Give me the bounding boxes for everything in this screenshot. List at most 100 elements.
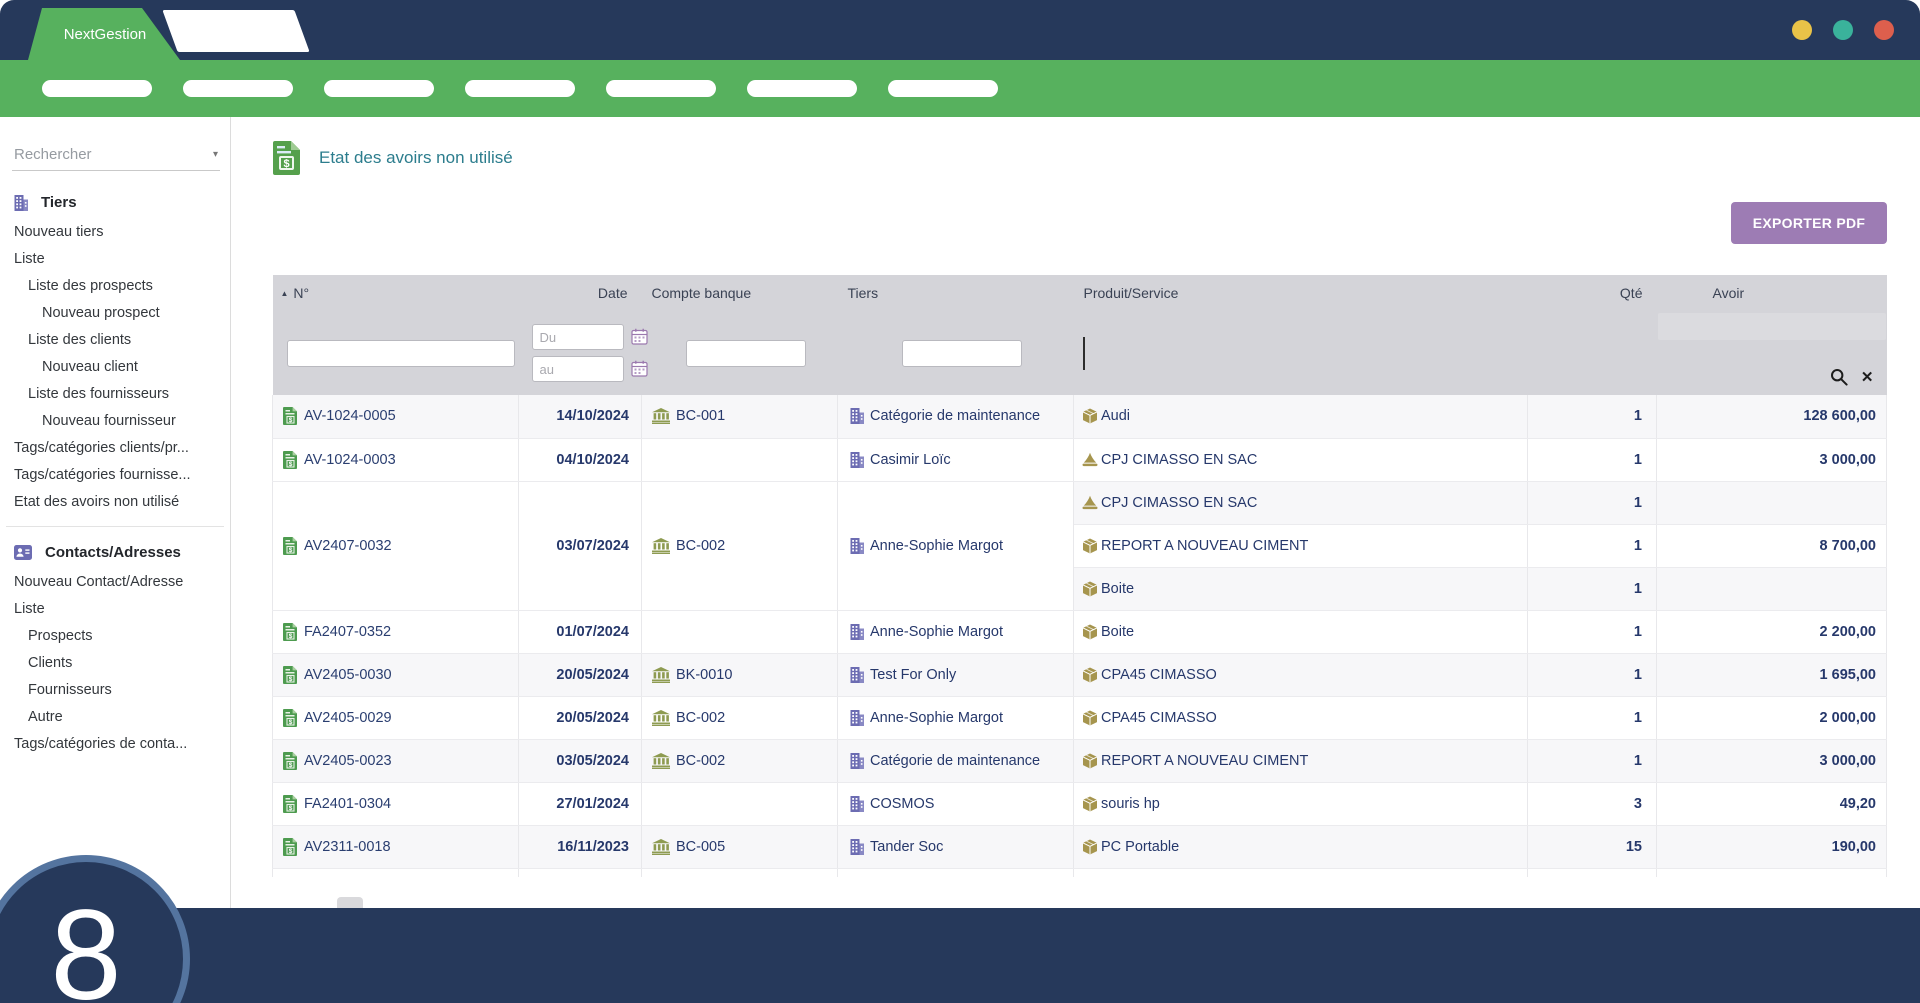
sidebar-item[interactable]: Clients [0,650,230,677]
sidebar-nav: TiersNouveau tiersListeListe des prospec… [0,185,230,758]
table-row[interactable]: $AV-1024-000514/10/2024BC-001Catégorie d… [273,395,1887,438]
table-row[interactable]: $AV2407-003203/07/2024BC-002Anne-Sophie … [273,481,1887,524]
sidebar-item[interactable]: Nouveau fournisseur [0,408,230,435]
sidebar-item[interactable]: Tags/catégories clients/pr... [0,435,230,462]
export-pdf-button[interactable]: EXPORTER PDF [1731,202,1887,244]
column-header-date[interactable]: Date [519,275,642,311]
sidebar-item[interactable]: Nouveau client [0,354,230,381]
sidebar-item[interactable]: Autre [0,704,230,731]
sidebar-section-title[interactable]: Contacts/Adresses [0,535,230,569]
tiers-cell: COSMOS [838,782,1074,825]
tiers-name: Tander Soc [870,839,943,855]
doc-number: AV2405-0029 [304,710,392,726]
calendar-icon[interactable] [631,328,648,346]
filter-number-input[interactable] [287,340,515,367]
column-header-tiers[interactable]: Tiers [838,275,1074,311]
doc-number-cell[interactable]: $AV-1024-0003 [273,438,519,481]
clear-filter-icon[interactable]: ✕ [1861,370,1874,385]
qty-cell: 1 [1528,653,1657,696]
date-cell: 03/05/2024 [519,739,642,782]
tiers-name: Catégorie de maintenance [870,753,1040,769]
sidebar-item[interactable]: Liste des prospects [0,273,230,300]
product-name: Boite [1101,581,1134,597]
window-control-dot[interactable] [1874,20,1894,40]
amount-cell [1657,481,1887,524]
window-control-dot[interactable] [1792,20,1812,40]
product-name: Audi [1101,408,1130,424]
table-row[interactable]: $FA2407-035201/07/2024Anne-Sophie Margot… [273,610,1887,653]
bank-account-cell: BK-0010 [642,653,838,696]
sidebar-item[interactable]: Fournisseurs [0,677,230,704]
date-cell: 14/10/2024 [519,395,642,438]
product-cell: REPORT A NOUVEAU CIMENT [1074,524,1528,567]
table-row[interactable]: $AV2311-001816/11/2023BC-005Tander SocPC… [273,825,1887,868]
doc-number-cell[interactable]: $AV2311-0018 [273,825,519,868]
tiers-cell: Test For Only [838,653,1074,696]
invoice-icon: $ [283,407,298,425]
bank-code: BC-002 [676,753,725,769]
doc-number-cell[interactable]: $FA2407-0352 [273,610,519,653]
filter-bank-input[interactable] [686,340,806,367]
doc-number-cell[interactable]: $AV2405-0023 [273,739,519,782]
doc-number-cell[interactable]: $AV2405-0029 [273,696,519,739]
sidebar-item[interactable]: Tags/catégories de conta... [0,731,230,758]
sidebar-item[interactable]: Nouveau tiers [0,219,230,246]
qty-cell: 1 [1528,524,1657,567]
qty-cell: 1 [1528,395,1657,438]
filter-tiers-input[interactable] [902,340,1022,367]
sidebar-divider [6,526,224,527]
window-control-dot[interactable] [1833,20,1853,40]
amount-cell: 49,20 [1657,782,1887,825]
column-header-product[interactable]: Produit/Service [1074,275,1528,311]
product-name: REPORT A NOUVEAU CIMENT [1101,753,1308,769]
column-header-bank[interactable]: Compte banque [642,275,838,311]
brand-tab[interactable]: NextGestion [28,8,180,60]
column-header-number[interactable]: ▲N° [273,275,519,311]
nav-menu-placeholder[interactable] [465,80,575,97]
sidebar-search-select[interactable]: Rechercher ▾ [12,141,220,171]
tiers-name: Test For Only [870,667,956,683]
sidebar-item[interactable]: Nouveau Contact/Adresse [0,569,230,596]
filter-date-from-input[interactable] [532,324,624,350]
window-controls [1792,20,1894,40]
column-header-avoir[interactable]: Avoir [1657,275,1887,311]
table-row[interactable]: $AV2405-002920/05/2024BC-002Anne-Sophie … [273,696,1887,739]
calendar-icon[interactable] [631,360,648,378]
nav-menu-placeholder[interactable] [888,80,998,97]
sidebar-item[interactable]: Tags/catégories fournisse... [0,462,230,489]
qty-cell: 1 [1528,610,1657,653]
company-icon [850,753,864,769]
sidebar-item[interactable]: Liste des fournisseurs [0,381,230,408]
nav-menu-placeholder[interactable] [183,80,293,97]
filter-amount-input[interactable] [1658,313,1886,340]
nav-menu-placeholder[interactable] [324,80,434,97]
sidebar-item[interactable]: Nouveau prospect [0,300,230,327]
sidebar-item[interactable]: Liste des clients [0,327,230,354]
table-row[interactable]: $AV-1024-000304/10/2024Casimir LoïcCPJ C… [273,438,1887,481]
sidebar-item[interactable]: Prospects [0,623,230,650]
column-header-qty[interactable]: Qté [1528,275,1657,311]
tiers-name: Anne-Sophie Margot [870,624,1003,640]
sidebar-section-title[interactable]: Tiers [0,185,230,219]
nav-menu-placeholder[interactable] [606,80,716,97]
table-row[interactable]: $FA2401-030427/01/2024COSMOSsouris hp349… [273,782,1887,825]
sidebar-item[interactable]: Liste [0,596,230,623]
cone-icon [1082,452,1098,467]
company-icon [14,195,28,211]
table-row[interactable]: $AV2405-003020/05/2024BK-0010Test For On… [273,653,1887,696]
nav-menu-placeholder[interactable] [747,80,857,97]
amount-cell: 8 700,00 [1657,524,1887,567]
table-row[interactable]: $AV2405-002303/05/2024 BC-002 Catégorie de… [273,739,1887,782]
doc-number-cell[interactable]: $AV2405-0030 [273,653,519,696]
doc-number-cell[interactable]: $AV2407-0032 [273,481,519,610]
search-icon[interactable] [1830,368,1848,386]
sidebar-item[interactable]: Liste [0,246,230,273]
nav-menu-placeholder[interactable] [42,80,152,97]
inactive-window-tab[interactable] [162,10,309,52]
tiers-cell: Anne-Sophie Margot [838,696,1074,739]
doc-number-cell[interactable]: $AV-1024-0005 [273,395,519,438]
product-name: PC Portable [1101,839,1179,855]
filter-date-to-input[interactable] [532,356,624,382]
sidebar-item[interactable]: Etat des avoirs non utilisé [0,489,230,516]
doc-number-cell[interactable]: $FA2401-0304 [273,782,519,825]
